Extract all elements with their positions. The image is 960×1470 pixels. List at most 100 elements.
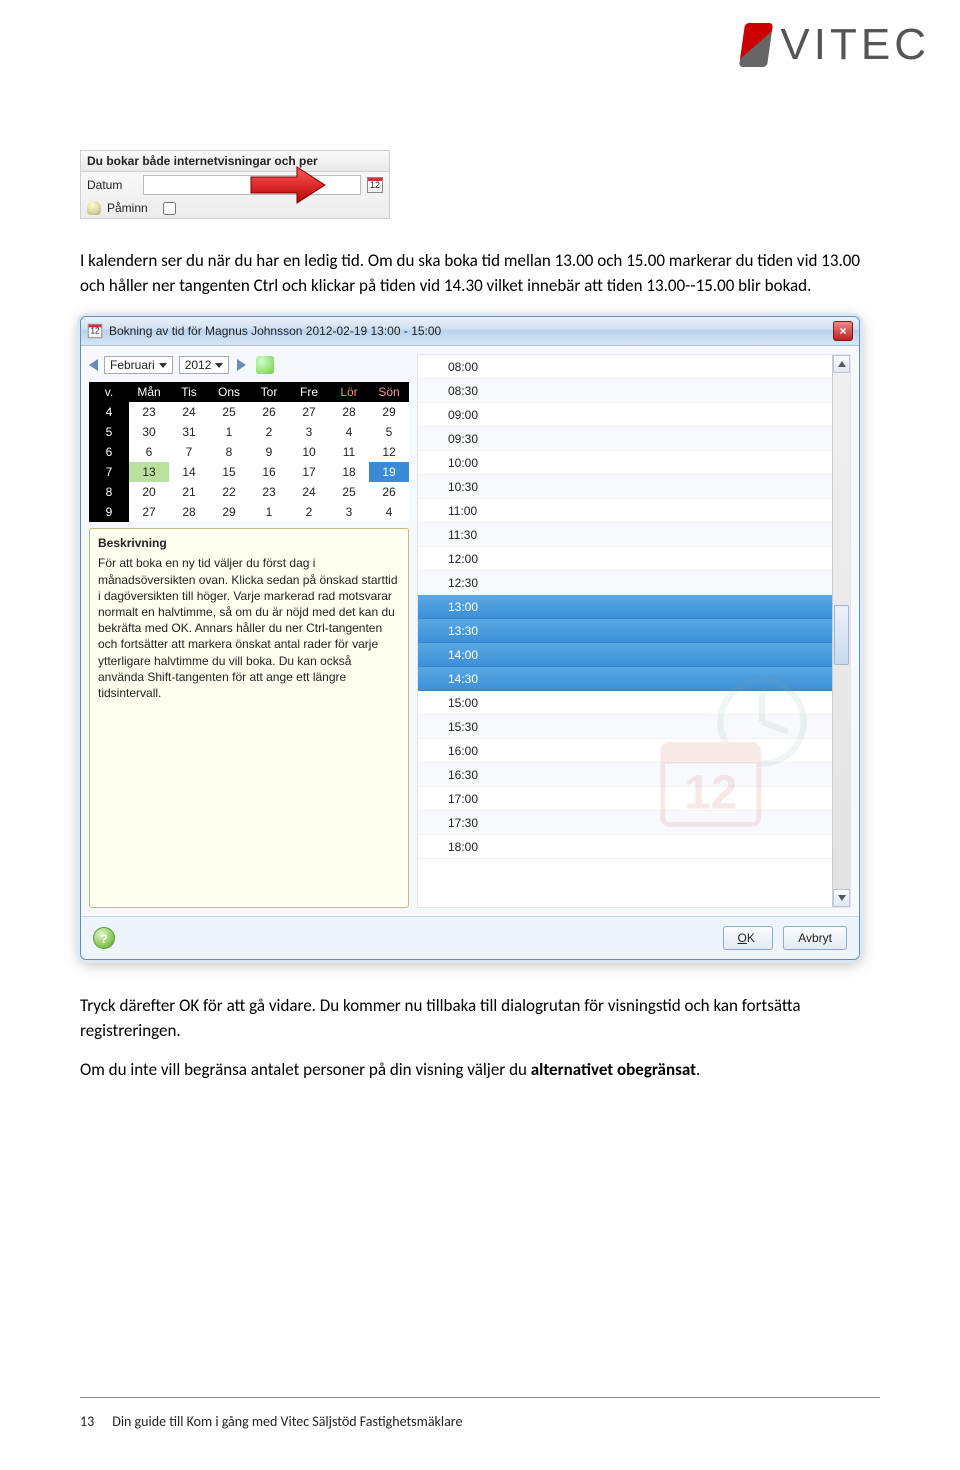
calendar-day[interactable]: 23 [129,402,169,422]
time-slot[interactable]: 11:00 [418,499,832,523]
week-number: 8 [89,482,129,502]
calendar-day[interactable]: 26 [369,482,409,502]
calendar-header-cell: Tis [169,382,209,402]
week-number: 6 [89,442,129,462]
calendar-day[interactable]: 4 [369,502,409,522]
dialog-footer: ? OK Avbryt [81,916,859,959]
calendar-day[interactable]: 22 [209,482,249,502]
calendar-day[interactable]: 24 [169,402,209,422]
calendar-day[interactable]: 2 [289,502,329,522]
calendar-day[interactable]: 18 [329,462,369,482]
brand-logo: VITEC [742,20,930,70]
next-month-button[interactable] [237,359,246,371]
calendar-day[interactable]: 30 [129,422,169,442]
calendar-day[interactable]: 3 [289,422,329,442]
time-slot[interactable]: 10:30 [418,475,832,499]
cancel-button[interactable]: Avbryt [783,926,847,950]
calendar-day[interactable]: 11 [329,442,369,462]
scroll-thumb[interactable] [834,605,849,665]
calendar-header-cell: Tor [249,382,289,402]
time-slot[interactable]: 18:00 [418,835,832,859]
calendar-day[interactable]: 17 [289,462,329,482]
calendar-day[interactable]: 1 [209,422,249,442]
calendar-day[interactable]: 5 [369,422,409,442]
time-slot[interactable]: 10:00 [418,451,832,475]
booking-dialog: 12 Bokning av tid för Magnus Johnsson 20… [80,316,860,960]
paminn-checkbox[interactable] [163,202,176,215]
time-slot[interactable]: 16:30 [418,763,832,787]
description-text: För att boka en ny tid väljer du först d… [98,556,398,700]
red-cursor-arrow [247,163,327,207]
calendar-day[interactable]: 25 [209,402,249,422]
calendar-day[interactable]: 31 [169,422,209,442]
prev-month-button[interactable] [89,359,98,371]
footer-rule [80,1397,880,1398]
calendar-day[interactable]: 13 [129,462,169,482]
calendar-day[interactable]: 2 [249,422,289,442]
time-slot[interactable]: 14:30 [418,667,832,691]
calendar-day[interactable]: 12 [369,442,409,462]
time-slot[interactable]: 17:30 [418,811,832,835]
help-icon[interactable]: ? [93,927,115,949]
time-slot[interactable]: 08:00 [418,355,832,379]
time-slot[interactable]: 13:00 [418,595,832,619]
calendar-grid: v.MånTisOnsTorFreLörSön 4232425262728295… [89,382,409,522]
time-slot[interactable]: 09:00 [418,403,832,427]
scroll-down-button[interactable] [833,889,850,907]
calendar-day[interactable]: 26 [249,402,289,422]
calendar-day[interactable]: 27 [129,502,169,522]
calendar-day[interactable]: 6 [129,442,169,462]
calendar-day[interactable]: 29 [209,502,249,522]
calendar-day[interactable]: 15 [209,462,249,482]
time-slot[interactable]: 12:30 [418,571,832,595]
calendar-header-cell: Sön [369,382,409,402]
calendar-day[interactable]: 14 [169,462,209,482]
calendar-icon[interactable]: 12 [367,177,383,193]
time-slot[interactable]: 16:00 [418,739,832,763]
time-slot[interactable]: 15:30 [418,715,832,739]
time-slot[interactable]: 11:30 [418,523,832,547]
time-slot[interactable]: 08:30 [418,379,832,403]
dialog-titlebar[interactable]: 12 Bokning av tid för Magnus Johnsson 20… [81,317,859,346]
calendar-day[interactable]: 7 [169,442,209,462]
year-label: 2012 [185,358,212,372]
refresh-icon[interactable] [256,356,274,374]
calendar-day[interactable]: 28 [169,502,209,522]
calendar-day[interactable]: 19 [369,462,409,482]
calendar-day[interactable]: 23 [249,482,289,502]
calendar-day[interactable]: 21 [169,482,209,502]
calendar-day[interactable]: 10 [289,442,329,462]
time-slot[interactable]: 14:00 [418,643,832,667]
time-slot[interactable]: 15:00 [418,691,832,715]
scroll-track[interactable] [833,373,850,889]
calendar-day[interactable]: 29 [369,402,409,422]
calendar-day[interactable]: 3 [329,502,369,522]
calendar-day[interactable]: 1 [249,502,289,522]
time-slot[interactable]: 13:30 [418,619,832,643]
paragraph-unbounded: Om du inte vill begränsa antalet persone… [80,1058,880,1083]
paragraph-ok: Tryck därefter OK för att gå vidare. Du … [80,994,880,1043]
calendar-day[interactable]: 28 [329,402,369,422]
year-select[interactable]: 2012 [179,356,230,374]
calendar-day[interactable]: 25 [329,482,369,502]
calendar-day[interactable]: 24 [289,482,329,502]
time-slot[interactable]: 12:00 [418,547,832,571]
week-number: 7 [89,462,129,482]
brand-mark [739,23,773,67]
time-slot[interactable]: 17:00 [418,787,832,811]
time-slot[interactable]: 09:30 [418,427,832,451]
brand-name: VITEC [780,20,930,70]
close-icon[interactable]: × [833,321,853,341]
calendar-day[interactable]: 27 [289,402,329,422]
calendar-day[interactable]: 8 [209,442,249,462]
week-number: 5 [89,422,129,442]
ok-button[interactable]: OK [723,926,774,950]
calendar-header-cell: Mån [129,382,169,402]
calendar-day[interactable]: 20 [129,482,169,502]
month-select[interactable]: Februari [104,356,173,374]
scrollbar[interactable] [832,355,850,907]
scroll-up-button[interactable] [833,355,850,373]
calendar-day[interactable]: 16 [249,462,289,482]
calendar-day[interactable]: 4 [329,422,369,442]
calendar-day[interactable]: 9 [249,442,289,462]
